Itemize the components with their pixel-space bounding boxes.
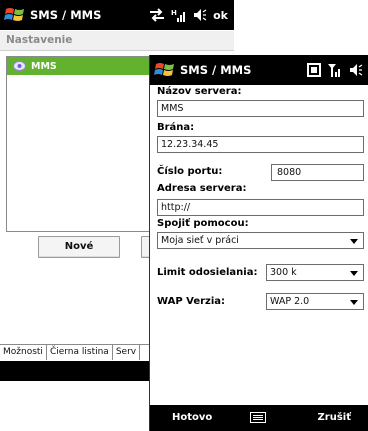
signal-icon [328,64,340,77]
dropdown-arrow-icon [350,239,358,244]
dropdown-arrow-icon [350,300,358,305]
svg-text:H: H [171,9,177,17]
list-item-label: MMS [31,60,57,72]
connect-via-select[interactable]: Moja sieť v práci [157,232,364,249]
port-label: Číslo portu: [157,166,223,177]
front-status-icons [307,55,363,85]
tab-blacklist[interactable]: Čierna listina [47,345,113,360]
back-title: SMS / MMS [30,8,102,22]
windows-flag-icon[interactable] [4,6,26,24]
gateway-label: Brána: [157,122,195,133]
dropdown-arrow-icon [350,271,358,276]
connection-icon [150,8,165,22]
connect-via-value: Moja sieť v práci [161,235,239,246]
done-softkey[interactable]: Hotovo [172,412,212,423]
mms-icon [13,61,26,71]
wap-version-select[interactable]: WAP 2.0 [266,293,364,310]
send-limit-value: 300 k [270,267,297,278]
back-status-icons: H ok [149,0,228,30]
volume-icon [194,9,207,21]
tab-servers[interactable]: Serv [113,345,141,360]
wap-version-label: WAP Verzia: [157,296,226,307]
wap-version-value: WAP 2.0 [270,296,310,307]
new-button[interactable]: Nové [38,236,120,258]
front-titlebar: SMS / MMS [150,55,368,85]
keyboard-icon[interactable] [250,412,266,423]
gateway-field[interactable]: 12.23.34.45 [157,136,364,153]
back-titlebar: SMS / MMS H ok [0,0,234,30]
send-limit-select[interactable]: 300 k [266,264,364,281]
settings-header: Nastavenie [0,31,234,51]
tab-options[interactable]: Možnosti [0,345,47,360]
device-icon [307,63,321,77]
signal-icon: H [171,9,186,22]
server-address-label: Adresa servera: [157,183,247,194]
front-title: SMS / MMS [180,63,252,77]
server-address-field[interactable]: http:// [157,199,364,216]
server-name-field[interactable]: MMS [157,100,364,117]
windows-flag-icon[interactable] [154,61,176,79]
cancel-softkey[interactable]: Zrušiť [318,412,351,423]
server-name-label: Názov servera: [157,86,242,97]
ok-button[interactable]: ok [213,9,228,22]
connect-via-label: Spojiť pomocou: [157,218,249,229]
send-limit-label: Limit odosielania: [157,267,258,278]
softkey-bar: Hotovo Zrušiť [150,405,368,431]
mms-settings-dialog: SMS / MMS Názov servera: MMS Brána: 12.2… [149,55,368,431]
volume-icon [350,64,363,76]
port-field[interactable]: 8080 [271,164,364,181]
